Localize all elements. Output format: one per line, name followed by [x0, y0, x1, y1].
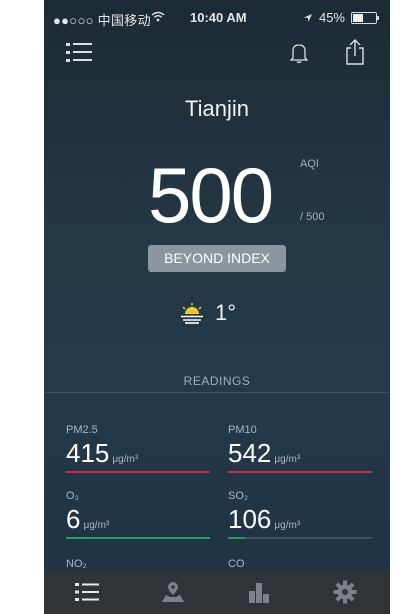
reading-unit: μg/m³: [83, 520, 110, 531]
carrier-label: ●●○○○ 中国移动: [53, 13, 151, 28]
status-time: 10:40 AM: [190, 10, 247, 25]
reading-level-bar: [66, 471, 210, 473]
reading-level-fill: [66, 471, 210, 473]
reading-value: 542: [228, 438, 272, 468]
reading-unit: μg/m³: [274, 520, 301, 531]
app-screen: ●●○○○ 中国移动 10:40 AM 45% Tianjin 500 AQI …: [44, 0, 390, 614]
readings-divider: [44, 392, 390, 393]
share-icon: [346, 39, 364, 65]
reading-no2[interactable]: NO₂: [66, 558, 210, 570]
bell-icon: [289, 44, 309, 64]
reading-level-fill: [66, 537, 210, 539]
reading-name: O₃: [66, 490, 80, 502]
reading-name: NO₂: [66, 558, 87, 570]
sun-haze-icon: [181, 303, 203, 324]
reading-value: 106: [228, 504, 272, 534]
reading-value: 6: [66, 504, 81, 534]
phone-frame: ●●○○○ 中国移动 10:40 AM 45% Tianjin 500 AQI …: [44, 0, 390, 614]
reading-name: PM2.5: [66, 424, 98, 436]
tab-ranking[interactable]: [216, 570, 302, 614]
aqi-max: / 500: [300, 211, 325, 223]
reading-level-fill: [228, 537, 246, 539]
battery-fill: [353, 13, 363, 22]
reading-name: PM10: [228, 424, 257, 436]
reading-unit: μg/m³: [274, 454, 301, 465]
reading-unit: μg/m³: [112, 454, 139, 465]
gear-icon: [333, 580, 357, 604]
temperature: 1°: [215, 300, 237, 325]
wifi-icon: [151, 11, 165, 22]
reading-o3[interactable]: O₃ 6 μg/m³: [66, 490, 210, 539]
menu-button[interactable]: [66, 43, 92, 63]
aqi-value: 500: [148, 151, 274, 239]
reading-pm25[interactable]: PM2.5 415 μg/m³: [66, 424, 210, 473]
reading-level-bar: [228, 471, 372, 473]
reading-value: 415: [66, 438, 110, 468]
location-arrow-icon: [303, 13, 312, 22]
weather-summary: 1°: [179, 300, 236, 326]
reading-level-bar: [228, 537, 372, 539]
reading-name: CO: [228, 558, 245, 570]
tab-map[interactable]: [130, 570, 216, 614]
list-icon: [75, 583, 99, 601]
tab-settings[interactable]: [302, 570, 388, 614]
share-button[interactable]: [344, 38, 366, 71]
city-name: Tianjin: [185, 96, 249, 121]
battery-icon: [351, 11, 379, 24]
reading-co[interactable]: CO: [228, 558, 372, 570]
reading-pm10[interactable]: PM10 542 μg/m³: [228, 424, 372, 473]
reading-level-fill: [228, 471, 372, 473]
reading-level-bar: [66, 537, 210, 539]
aqi-label: AQI: [300, 158, 319, 170]
battery-percent: 45%: [318, 10, 345, 25]
reading-name: SO₂: [228, 490, 249, 502]
reading-so2[interactable]: SO₂ 106 μg/m³: [228, 490, 372, 539]
tab-bar: [44, 570, 390, 614]
tab-list[interactable]: [44, 570, 130, 614]
ranking-icon: [249, 583, 269, 603]
map-icon: [162, 582, 184, 602]
status-badge: BEYOND INDEX: [148, 245, 286, 272]
battery-group: 45%: [303, 10, 379, 25]
readings-title: READINGS: [183, 374, 251, 388]
notifications-button[interactable]: [289, 42, 309, 69]
status-bar: ●●○○○ 中国移动 10:40 AM 45%: [44, 0, 390, 34]
